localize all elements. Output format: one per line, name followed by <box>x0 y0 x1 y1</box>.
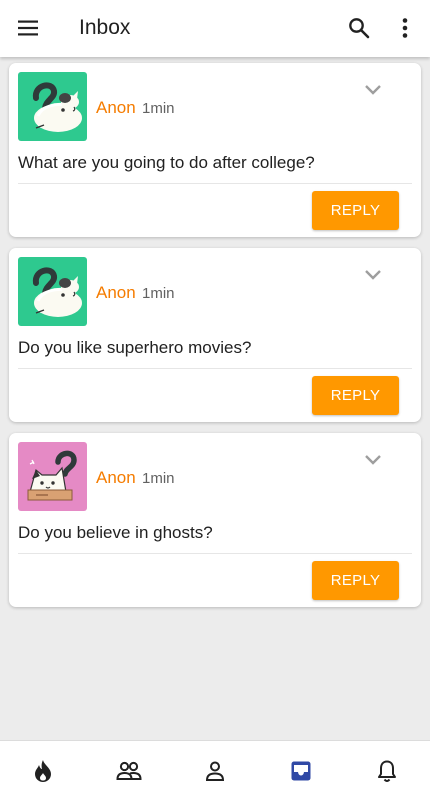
search-icon <box>349 18 370 39</box>
card-divider <box>18 553 412 554</box>
reply-button[interactable]: REPLY <box>312 191 399 230</box>
nav-item-notifications[interactable] <box>344 741 430 800</box>
chevron-down-icon <box>365 270 381 280</box>
sender-name: Anon <box>96 468 136 487</box>
people-icon <box>116 761 142 780</box>
card-divider <box>18 368 412 369</box>
nav-item-profile[interactable] <box>172 741 258 800</box>
nav-item-inbox[interactable] <box>258 741 344 800</box>
sender-avatar <box>18 72 87 141</box>
chevron-down-icon <box>365 455 381 465</box>
sender-name: Anon <box>96 98 136 117</box>
flame-icon <box>35 760 51 782</box>
cat-question-avatar-icon <box>32 82 82 132</box>
chevron-down-icon <box>365 85 381 95</box>
question-text: Do you believe in ghosts? <box>18 523 213 542</box>
timestamp: 1min <box>142 285 175 302</box>
timestamp: 1min <box>142 470 175 487</box>
person-icon <box>205 761 225 781</box>
sender-avatar <box>18 442 87 511</box>
cat-question-avatar-icon <box>32 267 82 317</box>
menu-button[interactable] <box>13 14 43 42</box>
sender-name: Anon <box>96 283 136 302</box>
menu-icon <box>18 20 38 36</box>
reply-button[interactable]: REPLY <box>312 561 399 600</box>
page-title: Inbox <box>79 16 131 39</box>
nav-item-trending[interactable] <box>0 741 86 800</box>
inbox-icon <box>291 761 311 781</box>
expand-button[interactable] <box>362 79 384 101</box>
more-vert-icon <box>402 18 408 38</box>
nav-item-friends[interactable] <box>86 741 172 800</box>
question-card: Anon 1min Do you believe in ghosts? REPL… <box>9 433 421 607</box>
expand-button[interactable] <box>362 264 384 286</box>
cat-box-avatar-icon <box>27 450 77 501</box>
app-bar: Inbox <box>0 0 430 57</box>
question-card: Anon 1min Do you like superhero movies? … <box>9 248 421 422</box>
sender-avatar <box>18 257 87 326</box>
bottom-navigation <box>0 740 430 800</box>
expand-button[interactable] <box>362 449 384 471</box>
timestamp: 1min <box>142 100 175 117</box>
card-divider <box>18 183 412 184</box>
question-card: Anon 1min What are you going to do after… <box>9 63 421 237</box>
question-text: What are you going to do after college? <box>18 153 315 172</box>
search-button[interactable] <box>344 13 374 43</box>
reply-button[interactable]: REPLY <box>312 376 399 415</box>
more-options-button[interactable] <box>392 13 418 43</box>
question-text: Do you like superhero movies? <box>18 338 252 357</box>
bell-icon <box>378 760 396 782</box>
